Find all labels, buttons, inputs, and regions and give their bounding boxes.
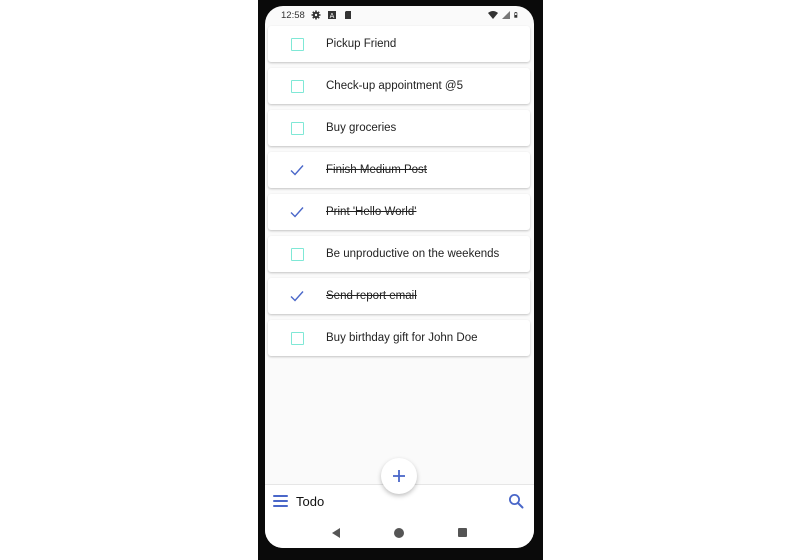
todo-label: Finish Medium Post [326,164,427,176]
todo-checkbox[interactable] [268,278,326,314]
todo-checkbox[interactable] [268,26,326,62]
todo-checkbox[interactable] [268,194,326,230]
todo-item[interactable]: Print 'Hello World' [268,194,530,230]
todo-item[interactable]: Buy birthday gift for John Doe [268,320,530,356]
menu-icon[interactable] [273,495,288,507]
todo-label: Buy birthday gift for John Doe [326,332,478,344]
plus-icon [393,470,405,482]
check-icon [290,165,304,176]
todo-item[interactable]: Be unproductive on the weekends [268,236,530,272]
app-title: Todo [296,493,325,509]
todo-checkbox[interactable] [268,152,326,188]
back-button[interactable] [332,527,340,538]
system-nav-bar [265,517,534,548]
status-bar: 12:58 A [265,6,534,24]
todo-checkbox[interactable] [268,236,326,272]
svg-text:A: A [329,13,334,20]
todo-label: Be unproductive on the weekends [326,248,500,260]
todo-item[interactable]: Send report email [268,278,530,314]
todo-item[interactable]: Check-up appointment @5 [268,68,530,104]
unchecked-box-icon [290,121,304,135]
todo-label: Check-up appointment @5 [326,80,463,92]
todo-checkbox[interactable] [268,320,326,356]
todo-label: Send report email [326,290,417,302]
unchecked-box-icon [290,247,304,261]
todo-label: Pickup Friend [326,38,397,50]
todo-label: Print 'Hello World' [326,206,417,218]
todo-checkbox[interactable] [268,68,326,104]
check-icon [290,207,304,218]
search-icon[interactable] [508,493,524,509]
todo-item[interactable]: Buy groceries [268,110,530,146]
unchecked-box-icon [290,79,304,93]
todo-item[interactable]: Pickup Friend [268,26,530,62]
todo-checkbox[interactable] [268,110,326,146]
status-time: 12:58 [281,9,305,21]
todo-list: Pickup Friend Check-up appointment @5 Buy … [268,26,530,362]
todo-label: Buy groceries [326,122,397,134]
todo-item[interactable]: Finish Medium Post [268,152,530,188]
signal-icon [502,11,510,19]
check-icon [290,291,304,302]
a-box-icon: A [327,11,336,20]
recents-button[interactable] [458,528,467,537]
gear-icon [311,10,321,20]
unchecked-box-icon [290,331,304,345]
unchecked-box-icon [290,37,304,51]
battery-icon [514,12,518,18]
wifi-icon [488,11,498,19]
app-screen: 12:58 A Pickup Friend Check-up appointmen… [265,6,534,548]
sd-card-icon [344,11,351,19]
home-button[interactable] [394,527,404,538]
add-todo-button[interactable] [381,458,417,494]
